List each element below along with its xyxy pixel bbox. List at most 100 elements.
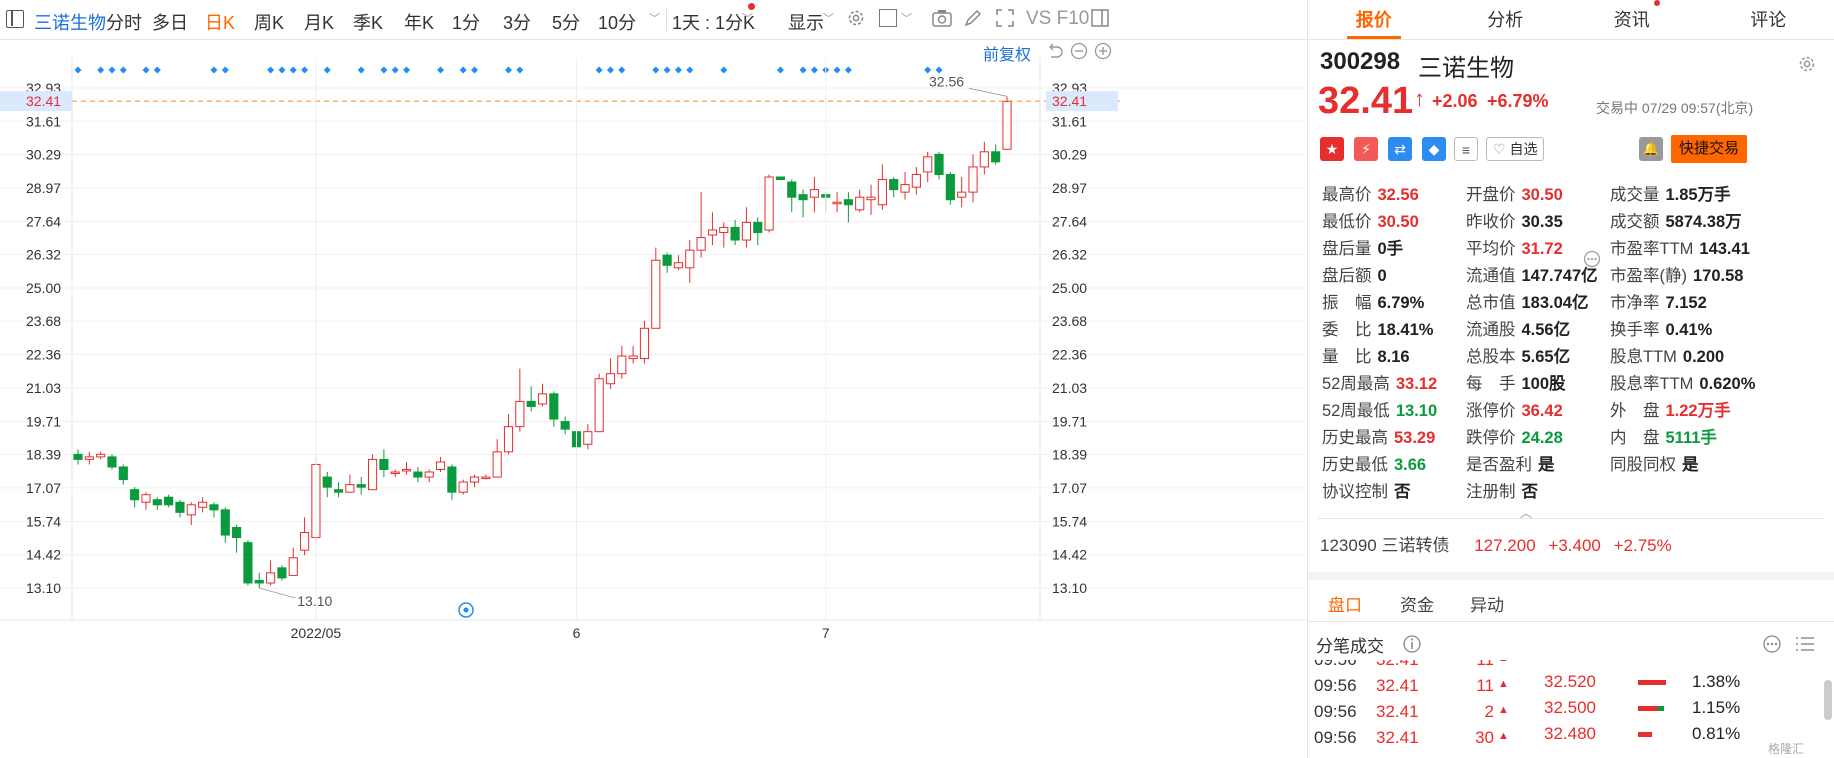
period-tab-6[interactable]: 年K — [404, 9, 434, 35]
period-tab-5[interactable]: 季K — [353, 9, 383, 35]
tag-icon[interactable]: ◆ — [1422, 137, 1446, 161]
chevron-down-icon[interactable]: ﹀ — [649, 10, 660, 26]
event-marker[interactable] — [357, 66, 365, 74]
checkbox-icon[interactable] — [879, 9, 897, 27]
event-marker[interactable] — [663, 66, 671, 74]
stats-row: 历史最低 3.66 是否盈利是同股同权是 — [1322, 452, 1828, 479]
panel-tab-3[interactable]: 评论 — [1703, 0, 1834, 39]
period-tab-7[interactable]: 1分 — [452, 9, 480, 35]
candle — [515, 368, 525, 432]
stat-cell: 内 盘 5111手 — [1610, 425, 1828, 452]
candle-body — [390, 471, 400, 475]
event-marker[interactable] — [391, 66, 399, 74]
event-marker[interactable] — [674, 66, 682, 74]
settings-gear-icon[interactable] — [1797, 54, 1817, 74]
info-icon[interactable] — [1402, 634, 1422, 654]
candle-body — [367, 458, 378, 491]
china-flag-icon[interactable]: ★ — [1320, 137, 1344, 161]
stat-label: 盘后量 — [1322, 240, 1372, 258]
pencil-icon[interactable] — [963, 8, 983, 28]
list-view-icon[interactable] — [1794, 634, 1816, 654]
display-menu[interactable]: 显示 — [788, 9, 824, 35]
period-tab-3[interactable]: 周K — [254, 9, 284, 35]
fullscreen-icon[interactable] — [995, 8, 1015, 28]
scrollbar-thumb[interactable] — [1824, 680, 1832, 720]
stat-label: 内 盘 — [1610, 429, 1660, 447]
event-marker[interactable] — [606, 66, 614, 74]
event-marker[interactable] — [74, 66, 82, 74]
notes-icon[interactable]: ≡ — [1454, 137, 1478, 161]
event-marker[interactable] — [686, 66, 694, 74]
candle — [356, 477, 366, 495]
event-marker[interactable] — [595, 66, 603, 74]
period-tab-1[interactable]: 多日 — [152, 9, 188, 35]
depth-bar — [1638, 680, 1666, 685]
chevron-down-icon[interactable]: ﹀ — [901, 10, 912, 26]
candlestick-chart[interactable]: 32.93 32.9331.61 31.6130.29 30.2928.97 28.97… — [0, 40, 1306, 758]
event-marker[interactable] — [505, 66, 513, 74]
sub-tab-1[interactable]: 资金 — [1400, 591, 1434, 616]
event-marker[interactable] — [142, 66, 150, 74]
camera-icon[interactable] — [931, 8, 953, 28]
period-tab-8[interactable]: 3分 — [503, 9, 531, 35]
sub-tab-2[interactable]: 异动 — [1470, 591, 1504, 616]
event-marker[interactable] — [97, 66, 105, 74]
more-icon[interactable] — [1583, 250, 1601, 268]
candle — [288, 547, 298, 576]
event-marker[interactable] — [810, 66, 818, 74]
event-marker[interactable] — [380, 66, 388, 74]
divider — [666, 9, 667, 31]
event-marker[interactable] — [267, 66, 275, 74]
period-tab-10[interactable]: 10分 — [598, 9, 636, 35]
event-marker[interactable] — [833, 66, 841, 74]
chevron-down-icon[interactable]: ﹀ — [823, 10, 834, 26]
event-marker[interactable] — [221, 66, 229, 74]
candle-body — [220, 509, 230, 536]
event-marker[interactable] — [437, 66, 445, 74]
alert-bell-icon[interactable]: 🔔 — [1639, 137, 1663, 161]
event-marker[interactable] — [323, 66, 331, 74]
sidebar-toggle-icon[interactable] — [6, 10, 24, 28]
shuffle-icon[interactable]: ⇄ — [1388, 137, 1412, 161]
event-marker[interactable] — [108, 66, 116, 74]
event-marker[interactable] — [459, 66, 467, 74]
event-marker[interactable] — [289, 66, 297, 74]
add-watchlist-button[interactable]: ♡ 自选 — [1486, 137, 1545, 161]
chevron-down-icon[interactable]: ﹀ — [742, 10, 753, 26]
period-tab-4[interactable]: 月K — [304, 9, 334, 35]
f10-button[interactable]: VS F10 — [1026, 8, 1089, 30]
panel-tab-1[interactable]: 分析 — [1440, 0, 1572, 39]
quick-trade-button[interactable]: 快捷交易 — [1671, 135, 1747, 163]
event-marker[interactable] — [652, 66, 660, 74]
panel-tab-0[interactable]: 报价 — [1308, 0, 1440, 39]
stock-name-link[interactable]: 三诺生物 — [34, 9, 106, 35]
event-marker[interactable] — [844, 66, 852, 74]
event-marker[interactable] — [278, 66, 286, 74]
margin-trade-icon[interactable]: ⚡ — [1354, 137, 1378, 161]
event-marker[interactable] — [618, 66, 626, 74]
event-marker[interactable] — [720, 66, 728, 74]
panel-tab-2[interactable]: 资讯 — [1571, 0, 1703, 39]
period-tab-2[interactable]: 日K — [205, 9, 235, 35]
watch-label: 自选 — [1509, 141, 1538, 157]
event-marker[interactable] — [301, 66, 309, 74]
up-arrow-icon: ↑ — [1414, 86, 1425, 111]
sub-tab-0[interactable]: 盘口 — [1328, 591, 1362, 616]
event-marker[interactable] — [119, 66, 127, 74]
period-tab-0[interactable]: 分时 — [106, 9, 142, 35]
stat-label: 52周最低 — [1322, 402, 1390, 420]
period-tab-9[interactable]: 5分 — [552, 9, 580, 35]
more-icon[interactable] — [1762, 634, 1782, 654]
convertible-bond-row[interactable]: 123090 三诺转债 127.200 +3.400 +2.75% — [1320, 531, 1672, 556]
event-marker[interactable] — [516, 66, 524, 74]
candle — [266, 560, 276, 586]
event-marker[interactable] — [210, 66, 218, 74]
event-marker[interactable] — [153, 66, 161, 74]
panel-toggle-icon[interactable] — [1090, 8, 1110, 28]
event-marker[interactable] — [403, 66, 411, 74]
stat-cell: 总股本 5.65亿 — [1466, 344, 1610, 371]
settings-gear-icon[interactable] — [846, 8, 866, 28]
event-marker[interactable] — [776, 66, 784, 74]
event-marker[interactable] — [471, 66, 479, 74]
event-marker[interactable] — [799, 66, 807, 74]
